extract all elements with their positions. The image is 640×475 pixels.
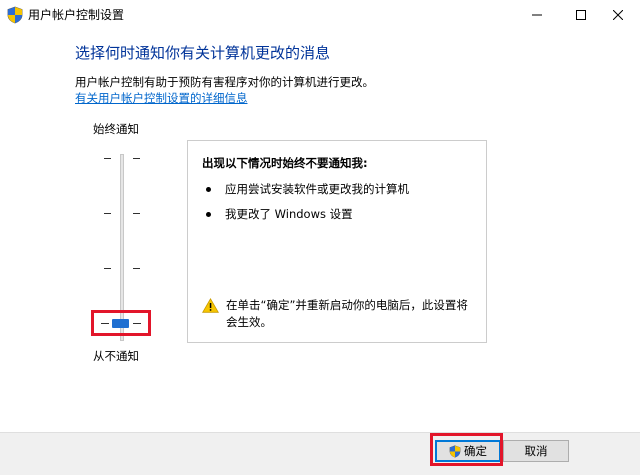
slider-tick	[133, 158, 140, 159]
window-title: 用户帐户控制设置	[28, 8, 125, 22]
ok-highlight-box	[430, 433, 503, 466]
close-button[interactable]	[596, 0, 640, 30]
warning-icon	[202, 298, 219, 313]
uac-shield-icon	[7, 6, 23, 24]
maximize-icon	[576, 10, 586, 20]
info-item: 我更改了 Windows 设置	[225, 207, 353, 221]
cancel-button-label: 取消	[524, 444, 548, 458]
slider-tick	[104, 268, 111, 269]
slider-bottom-label: 从不通知	[93, 349, 139, 363]
description-text: 用户帐户控制有助于预防有害程序对你的计算机进行更改。	[75, 75, 374, 89]
slider-highlight-box	[91, 310, 151, 336]
page-heading: 选择何时通知你有关计算机更改的消息	[75, 44, 331, 62]
cancel-button[interactable]: 取消	[503, 440, 569, 462]
slider-tick	[104, 213, 111, 214]
bullet-icon	[206, 187, 211, 192]
slider-tick	[104, 158, 111, 159]
info-item: 应用尝试安装软件或更改我的计算机	[225, 182, 409, 196]
title-bar: 用户帐户控制设置	[0, 0, 640, 30]
close-icon	[613, 10, 623, 20]
info-panel: 出现以下情况时始终不要通知我: 应用尝试安装软件或更改我的计算机 我更改了 Wi…	[187, 140, 487, 343]
info-title: 出现以下情况时始终不要通知我:	[202, 156, 368, 170]
slider-tick	[133, 213, 140, 214]
slider-top-label: 始终通知	[93, 122, 139, 136]
minimize-button[interactable]	[514, 0, 560, 30]
minimize-icon	[532, 14, 542, 16]
warning-text: 在单击“确定”并重新启动你的电脑后，此设置将会生效。	[226, 298, 468, 329]
bullet-icon	[206, 212, 211, 217]
slider-tick	[133, 268, 140, 269]
details-link[interactable]: 有关用户帐户控制设置的详细信息	[75, 90, 248, 106]
